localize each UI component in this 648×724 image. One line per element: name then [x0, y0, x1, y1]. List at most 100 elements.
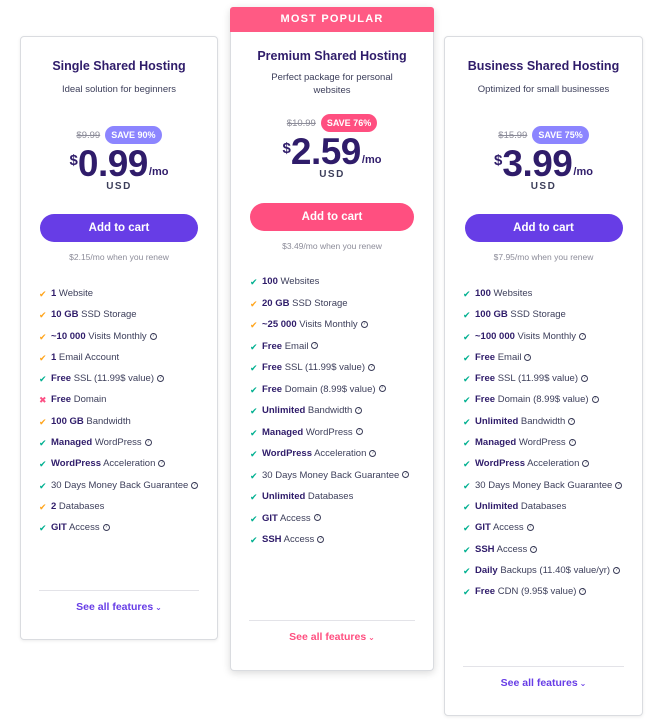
- feature-highlight: 20 GB: [262, 297, 290, 309]
- help-tooltip-icon[interactable]: ?: [355, 406, 363, 414]
- checkmark-icon: ✔: [39, 310, 47, 321]
- help-tooltip-icon[interactable]: ?: [157, 375, 164, 383]
- feature-label: SSL (11.99$ value): [71, 373, 154, 385]
- feature-item: ✔ GIT Access?: [39, 522, 203, 534]
- help-tooltip-icon[interactable]: ?: [582, 460, 590, 468]
- feature-item: ✔ Free SSL (11.99$ value)?: [250, 362, 419, 374]
- feature-label: WordPress: [303, 426, 353, 438]
- feature-highlight: 100 GB: [475, 309, 508, 321]
- feature-text: 100 GB Bandwidth: [51, 416, 131, 428]
- help-tooltip-icon[interactable]: ?: [579, 588, 587, 596]
- feature-item: ✔ WordPress Acceleration?: [463, 458, 628, 470]
- feature-highlight: Free: [51, 394, 72, 406]
- help-tooltip-icon[interactable]: ?: [613, 566, 621, 574]
- feature-item: ✔ 10 GB SSD Storage: [39, 309, 203, 321]
- price-currency-code: USD: [319, 169, 345, 180]
- feature-item: ✔ 30 Days Money Back Guarantee?: [463, 480, 628, 492]
- add-to-cart-button[interactable]: Add to cart: [250, 203, 414, 231]
- help-tooltip-icon[interactable]: ?: [191, 481, 199, 489]
- feature-item: ✔ Daily Backups (11.40$ value/yr)?: [463, 565, 628, 577]
- feature-list: ✔ 100 Websites ✔ 100 GB SSD Storage ✔ ~100 00…: [463, 288, 642, 598]
- help-tooltip-icon[interactable]: ?: [368, 363, 375, 371]
- feature-item: ✔ Managed WordPress?: [39, 437, 203, 449]
- help-tooltip-icon[interactable]: ?: [402, 471, 410, 479]
- feature-item: ✔ Free Email?: [463, 352, 628, 364]
- help-tooltip-icon[interactable]: ?: [149, 332, 157, 340]
- discount-row: $9.99 SAVE 90%: [21, 126, 217, 144]
- feature-highlight: Free: [51, 373, 72, 385]
- checkmark-icon: ✔: [250, 277, 258, 287]
- feature-item: ✔ Managed WordPress?: [463, 437, 628, 449]
- see-all-features-link[interactable]: See all features ⌄: [231, 631, 433, 643]
- price-currency: $: [494, 152, 503, 169]
- add-to-cart-button[interactable]: Add to cart: [464, 214, 623, 242]
- checkmark-icon: ✔: [250, 492, 258, 502]
- help-tooltip-icon[interactable]: ?: [568, 417, 576, 425]
- feature-text: Free SSL (11.99$ value)?: [51, 373, 164, 385]
- help-tooltip-icon[interactable]: ?: [581, 375, 588, 383]
- divider: [249, 620, 415, 621]
- feature-label: Acceleration: [524, 458, 580, 470]
- feature-highlight: 100: [475, 288, 491, 299]
- help-tooltip-icon[interactable]: ?: [524, 353, 532, 361]
- help-tooltip-icon[interactable]: ?: [578, 332, 586, 340]
- feature-label: Databases: [518, 500, 567, 512]
- help-tooltip-icon[interactable]: ?: [355, 428, 363, 436]
- feature-highlight: ~25 000: [262, 319, 297, 330]
- help-tooltip-icon[interactable]: ?: [311, 342, 319, 350]
- feature-item: ✔ ~10 000 Visits Monthly?: [39, 331, 203, 343]
- help-tooltip-icon[interactable]: ?: [360, 320, 368, 328]
- save-badge: SAVE 90%: [105, 126, 162, 144]
- feature-label: CDN (9.95$ value): [495, 586, 577, 598]
- price-currency-code: USD: [106, 181, 132, 192]
- feature-text: WordPress Acceleration?: [262, 448, 377, 460]
- plan-card-premium: MOST POPULAR Premium Shared Hosting Perf…: [230, 7, 434, 671]
- feature-item: ✔ GIT Access?: [250, 513, 419, 525]
- renewal-price: $2.15/mo when you renew: [69, 252, 169, 262]
- help-tooltip-icon[interactable]: ?: [591, 396, 599, 404]
- help-tooltip-icon[interactable]: ?: [102, 524, 110, 532]
- feature-item: ✔ Unlimited Databases: [250, 491, 419, 503]
- help-tooltip-icon[interactable]: ?: [158, 460, 166, 468]
- help-tooltip-icon[interactable]: ?: [530, 545, 538, 553]
- feature-text: ~100 000 Visits Monthly?: [475, 331, 586, 343]
- feature-highlight: Unlimited: [262, 491, 306, 502]
- checkmark-icon: ✔: [463, 438, 471, 449]
- add-to-cart-button[interactable]: Add to cart: [40, 214, 198, 242]
- feature-label: SSL (11.99$ value): [495, 373, 578, 385]
- feature-highlight: 100: [262, 276, 278, 287]
- help-tooltip-icon[interactable]: ?: [568, 439, 576, 447]
- help-tooltip-icon[interactable]: ?: [317, 535, 325, 543]
- feature-text: WordPress Acceleration?: [475, 458, 590, 470]
- see-all-features-link[interactable]: See all features ⌄: [21, 601, 217, 613]
- feature-highlight: Free: [262, 383, 283, 395]
- old-price: $10.99: [286, 117, 316, 129]
- help-tooltip-icon[interactable]: ?: [378, 385, 386, 393]
- plan-subtitle: Optimized for small businesses: [477, 84, 610, 95]
- help-tooltip-icon[interactable]: ?: [144, 439, 152, 447]
- checkmark-icon: ✔: [250, 513, 258, 524]
- feature-text: SSH Access?: [262, 534, 325, 546]
- feature-label: SSD Storage: [507, 309, 566, 321]
- help-tooltip-icon[interactable]: ?: [526, 524, 534, 532]
- checkmark-icon: ✔: [39, 374, 47, 385]
- feature-highlight: Unlimited: [475, 415, 519, 427]
- feature-highlight: Free: [475, 394, 496, 406]
- help-tooltip-icon[interactable]: ?: [615, 481, 623, 489]
- help-tooltip-icon[interactable]: ?: [369, 449, 377, 457]
- chevron-down-icon: ⌄: [155, 603, 162, 612]
- chevron-down-icon: ⌄: [579, 679, 587, 688]
- checkmark-icon: ✔: [463, 480, 471, 491]
- renewal-price: $7.95/mo when you renew: [493, 252, 594, 262]
- plan-card-business: Business Shared Hosting Optimized for sm…: [444, 36, 643, 716]
- feature-label: Visits Monthly: [85, 330, 147, 342]
- feature-label: Website: [56, 288, 94, 299]
- checkmark-icon: ✔: [250, 298, 258, 309]
- feature-highlight: Free: [475, 351, 496, 363]
- see-all-features-link[interactable]: See all features ⌄: [445, 677, 642, 689]
- feature-label: Visits Monthly: [514, 330, 576, 342]
- feature-highlight: Free: [262, 340, 283, 352]
- price: $ 3.99 /mo: [445, 144, 642, 184]
- old-price: $15.99: [498, 129, 528, 141]
- help-tooltip-icon[interactable]: ?: [313, 514, 321, 522]
